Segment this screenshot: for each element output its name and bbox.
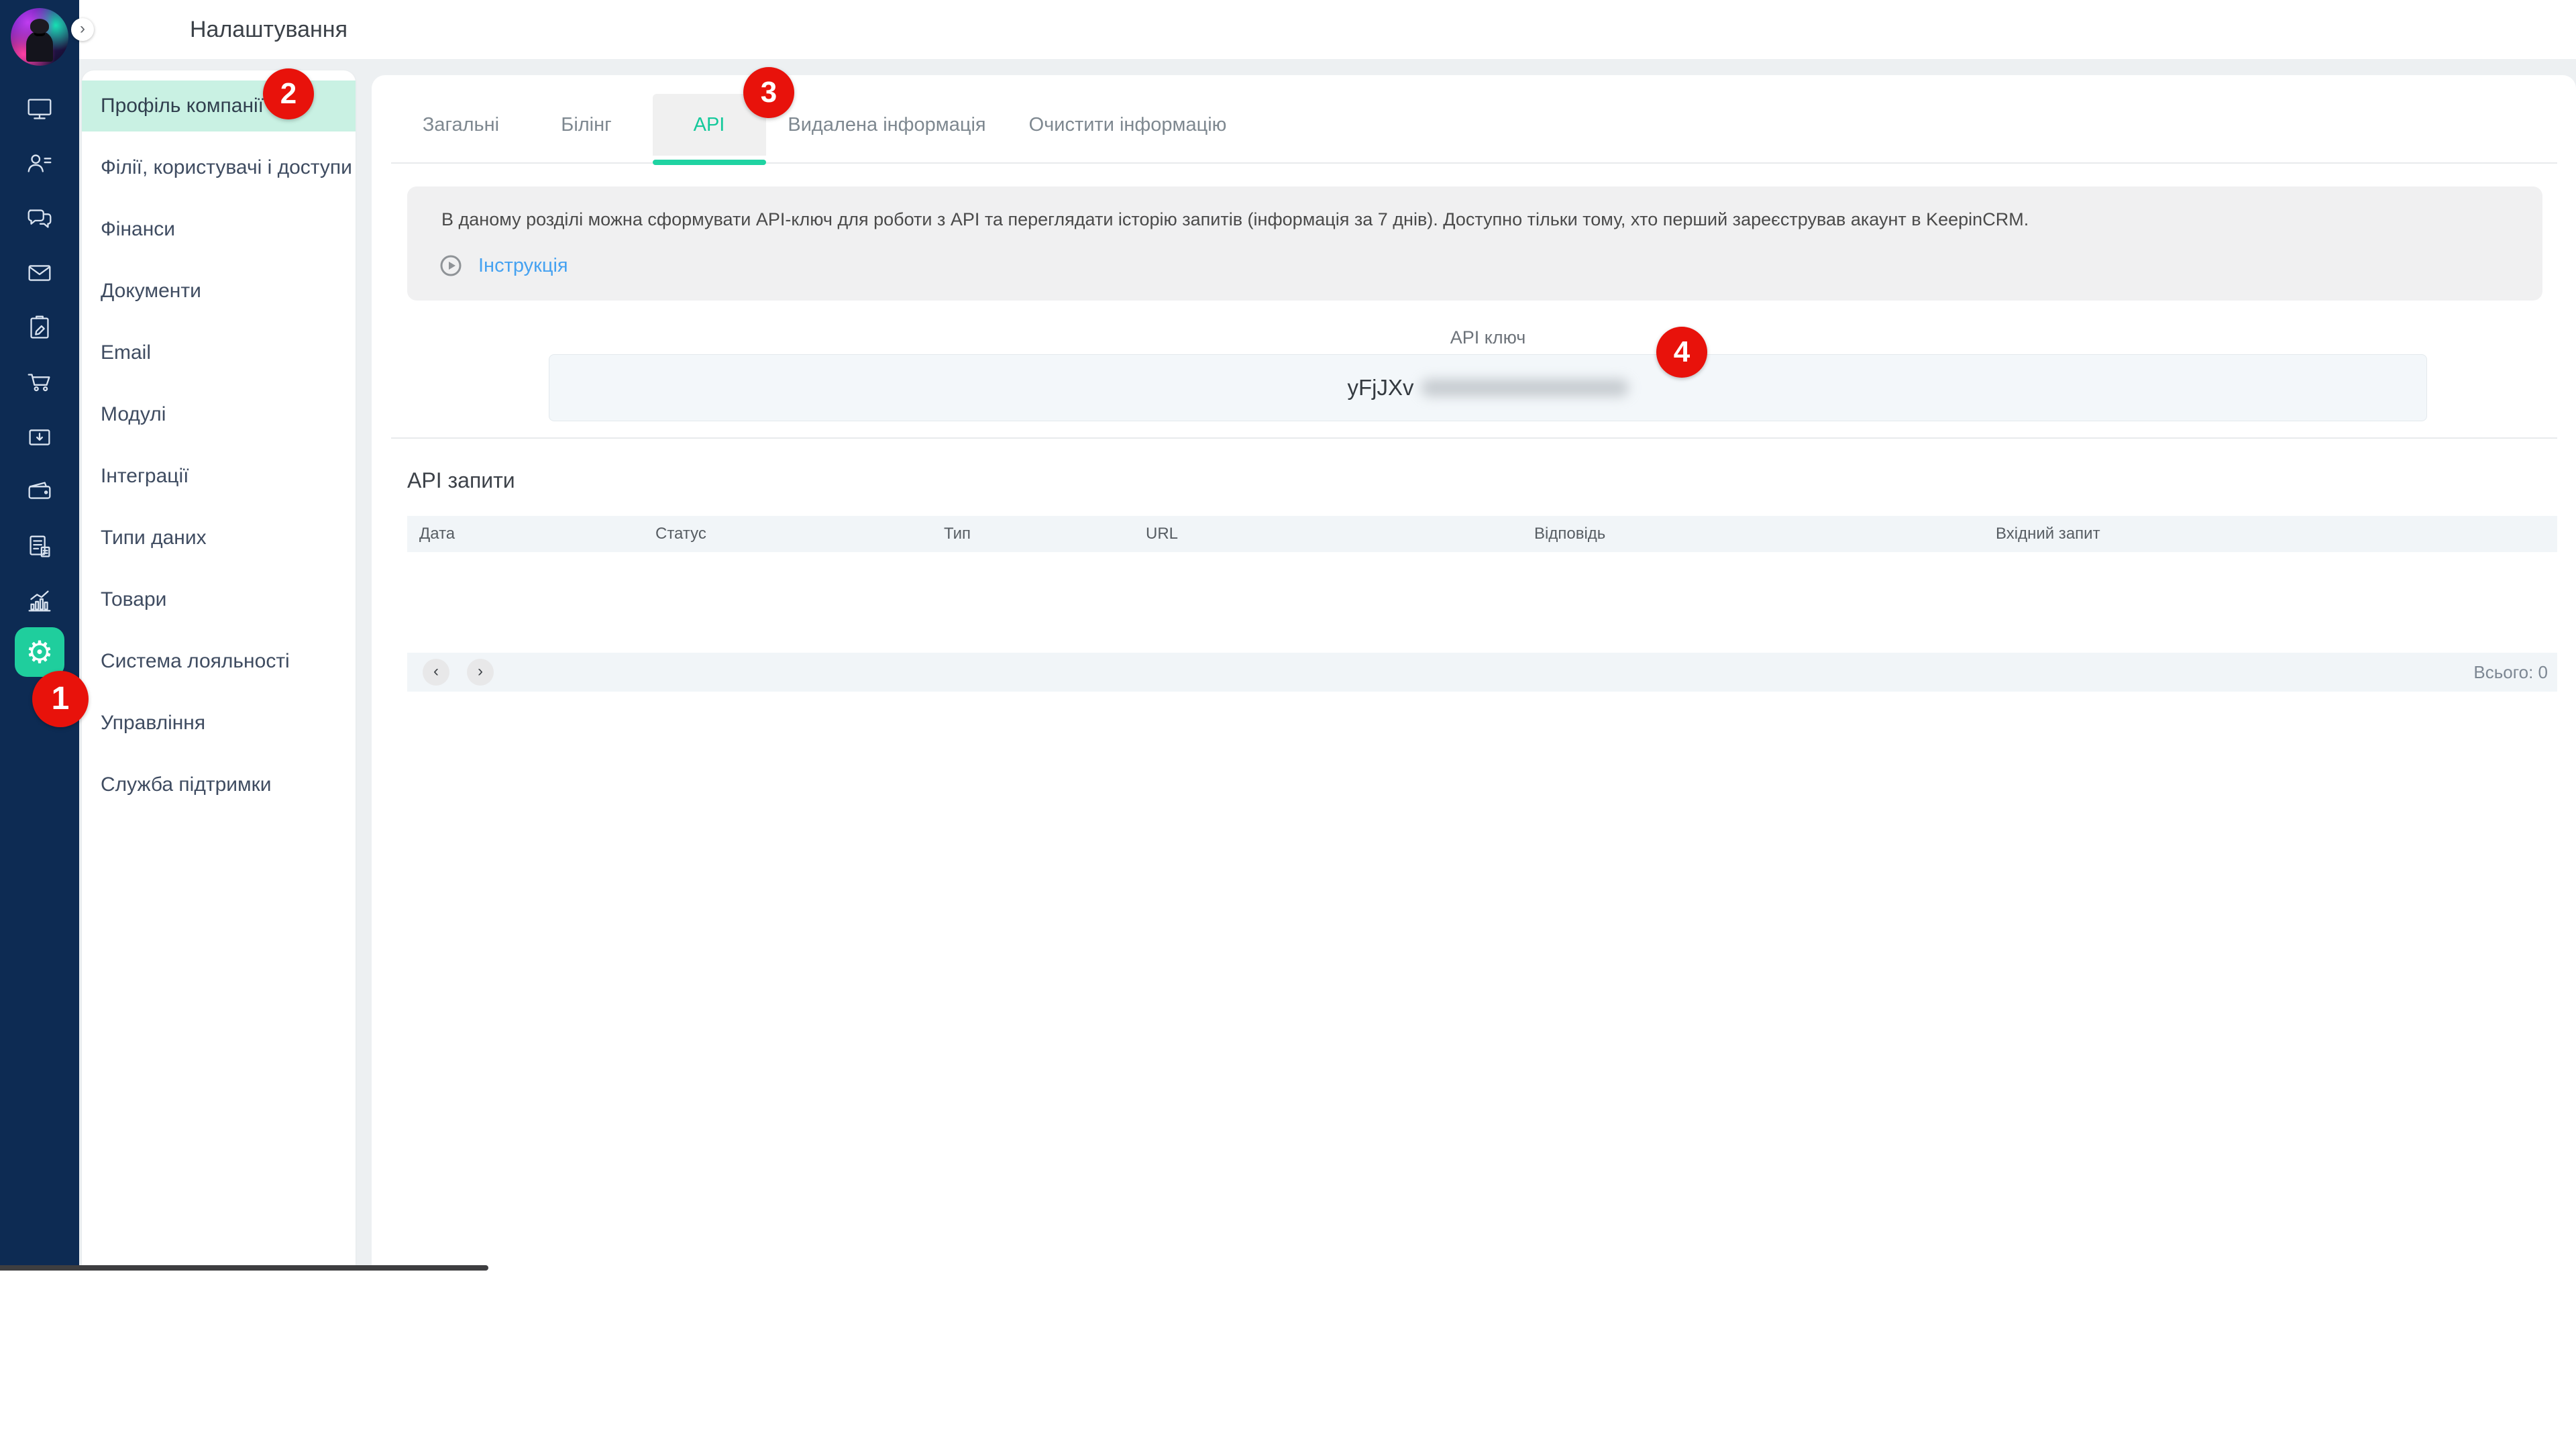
sidebar-item-loyalty[interactable]: Система лояльності	[82, 636, 356, 687]
nav-cart-icon[interactable]	[0, 364, 79, 400]
gear-icon: ⚙	[25, 627, 53, 677]
tab-api[interactable]: API	[694, 94, 725, 156]
nav-settings-active[interactable]: ⚙	[15, 627, 64, 677]
chevron-left-icon: ‹	[433, 662, 439, 680]
column-incoming: Вхідний запит	[1996, 516, 2100, 552]
nav-reports-icon[interactable]	[0, 583, 79, 619]
window-bottom-edge	[0, 1265, 488, 1271]
app-root: Налаштування 89 ›	[0, 0, 2576, 1449]
sidebar-item-support[interactable]: Служба підтримки	[82, 759, 356, 810]
nav-desktop-icon[interactable]	[0, 91, 79, 127]
nav-wallet-icon[interactable]	[0, 474, 79, 510]
nav-mail-icon[interactable]	[0, 255, 79, 291]
api-key-field[interactable]: yFjJXv	[549, 354, 2427, 421]
settings-sidebar: Профіль компанії Філії, користувачі і до…	[82, 70, 356, 1267]
total-count: Всього: 0	[2473, 653, 2548, 692]
tab-general[interactable]: Загальні	[423, 94, 499, 156]
column-status: Статус	[655, 516, 706, 552]
top-header: Налаштування 89	[79, 0, 2576, 59]
user-avatar[interactable]	[11, 8, 68, 66]
api-requests-heading: API запити	[407, 468, 515, 493]
settings-content: Загальні Білінг API Видалена інформація …	[372, 75, 2576, 1267]
step-badge-1: 1	[32, 671, 89, 727]
column-type: Тип	[944, 516, 971, 552]
prev-page-button[interactable]: ‹	[423, 659, 449, 686]
sidebar-item-data-types[interactable]: Типи даних	[82, 513, 356, 564]
play-circle-icon	[439, 254, 462, 277]
sidebar-item-documents[interactable]: Документи	[82, 266, 356, 317]
api-key-label: API ключ	[549, 327, 2427, 348]
api-info-box: В даному розділі можна сформувати API-кл…	[407, 186, 2542, 301]
sidebar-item-integrations[interactable]: Інтеграції	[82, 451, 356, 502]
api-key-value: yFjJXv	[1348, 375, 1414, 400]
section-divider	[391, 437, 2557, 439]
sidebar-item-branches-users[interactable]: Філії, користувачі і доступи	[82, 142, 356, 193]
chevron-right-icon: ›	[80, 19, 85, 38]
icon-rail: ⚙	[0, 0, 79, 1267]
api-key-redacted-blur	[1421, 379, 1629, 396]
column-response: Відповідь	[1534, 516, 1605, 552]
sidebar-item-email[interactable]: Email	[82, 327, 356, 378]
chevron-right-icon: ›	[478, 662, 483, 680]
step-badge-4: 4	[1656, 327, 1707, 378]
sidebar-item-company-profile[interactable]: Профіль компанії	[82, 80, 356, 131]
nav-tasks-icon[interactable]	[0, 310, 79, 346]
next-page-button[interactable]: ›	[467, 659, 494, 686]
step-badge-2: 2	[263, 68, 314, 119]
instruction-link[interactable]: Інструкція	[478, 255, 568, 277]
tab-deleted-info[interactable]: Видалена інформація	[788, 94, 985, 156]
step-badge-3: 3	[743, 67, 794, 118]
sidebar-item-finances[interactable]: Фінанси	[82, 204, 356, 255]
nav-chat-icon[interactable]	[0, 201, 79, 237]
sidebar-item-management[interactable]: Управління	[82, 698, 356, 749]
api-requests-table-header: Дата Статус Тип URL Відповідь Вхідний за…	[407, 516, 2557, 552]
active-tab-underline	[653, 160, 766, 165]
nav-inbox-icon[interactable]	[0, 419, 79, 455]
tab-clear-info[interactable]: Очистити інформацію	[1029, 94, 1227, 156]
column-url: URL	[1146, 516, 1178, 552]
nav-documents-icon[interactable]	[0, 529, 79, 565]
column-date: Дата	[419, 516, 455, 552]
sidebar-item-products[interactable]: Товари	[82, 574, 356, 625]
nav-contacts-icon[interactable]	[0, 146, 79, 182]
pagination-bar: ‹ › Всього: 0	[407, 653, 2557, 692]
sidebar-expand-button[interactable]: ›	[71, 18, 94, 41]
api-description: В даному розділі можна сформувати API-кл…	[441, 209, 2029, 230]
tab-billing[interactable]: Білінг	[561, 94, 611, 156]
sidebar-item-modules[interactable]: Модулі	[82, 389, 356, 440]
page-title: Налаштування	[190, 0, 347, 59]
